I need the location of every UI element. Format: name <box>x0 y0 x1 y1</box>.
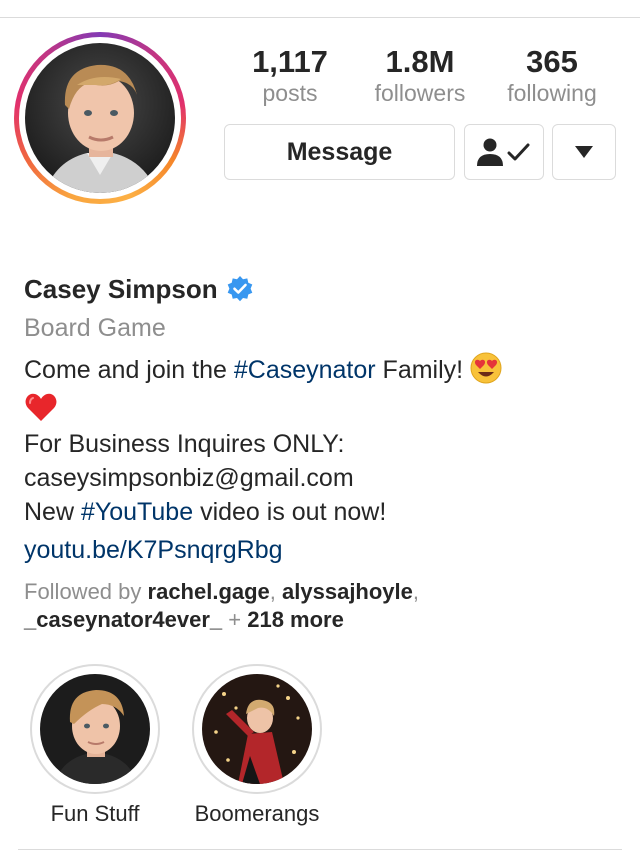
followed-by-line-2[interactable]: _caseynator4ever_ + 218 more <box>24 606 344 634</box>
highlight-fun-stuff[interactable]: Fun Stuff <box>20 664 170 828</box>
hashtag-youtube-link[interactable]: #YouTube <box>81 498 193 526</box>
heart-eyes-emoji-icon <box>470 352 502 384</box>
followed-by-line-1[interactable]: Followed by rachel.gage, alyssajhoyle, <box>24 578 419 606</box>
profile-name-row: Casey Simpson <box>24 272 254 306</box>
followed-by-user[interactable]: _caseynator4ever_ <box>24 607 222 632</box>
top-divider <box>0 17 640 18</box>
highlight-cover <box>40 674 150 784</box>
bottom-divider <box>18 849 622 850</box>
highlight-ring <box>30 664 160 794</box>
bio-line-5: New #YouTube video is out now! <box>24 498 387 526</box>
followed-by-more[interactable]: 218 more <box>247 607 344 632</box>
posts-stat: 1,117 posts <box>240 44 340 106</box>
highlight-label: Fun Stuff <box>50 801 140 826</box>
profile-category: Board Game <box>24 314 166 342</box>
following-label: following <box>507 80 597 106</box>
followed-by-user[interactable]: alyssajhoyle <box>282 579 413 604</box>
person-check-icon <box>477 138 530 166</box>
highlight-boomerangs[interactable]: Boomerangs <box>178 664 336 828</box>
bio-line-2 <box>24 390 58 423</box>
highlight-ring <box>192 664 322 794</box>
bio-website-link[interactable]: youtu.be/K7PsnqrgRbg <box>24 534 283 566</box>
triangle-down-icon <box>575 146 593 158</box>
followers-stat[interactable]: 1.8M followers <box>360 44 480 106</box>
followers-label: followers <box>374 80 466 106</box>
red-heart-emoji-icon <box>25 394 57 422</box>
bio-line-3: For Business Inquires ONLY: <box>24 430 345 458</box>
following-stat[interactable]: 365 following <box>494 44 610 106</box>
hashtag-caseynator-link[interactable]: #Caseynator <box>234 356 376 384</box>
more-options-button[interactable] <box>552 124 616 180</box>
following-button[interactable] <box>464 124 544 180</box>
profile-avatar[interactable] <box>14 32 186 204</box>
followers-count: 1.8M <box>385 44 455 79</box>
message-button[interactable]: Message <box>224 124 455 180</box>
avatar-photo <box>25 43 175 193</box>
bio-line-4: caseysimpsonbiz@gmail.com <box>24 464 354 492</box>
followed-by-user[interactable]: rachel.gage <box>148 579 270 604</box>
profile-name: Casey Simpson <box>24 274 218 304</box>
highlight-label: Boomerangs <box>194 801 320 826</box>
posts-count: 1,117 <box>252 44 328 79</box>
highlight-cover <box>202 674 312 784</box>
verified-badge-icon <box>227 276 252 302</box>
bio-line-1: Come and join the #Caseynator Family! <box>24 352 502 386</box>
posts-label: posts <box>262 80 318 106</box>
following-count: 365 <box>526 44 578 79</box>
